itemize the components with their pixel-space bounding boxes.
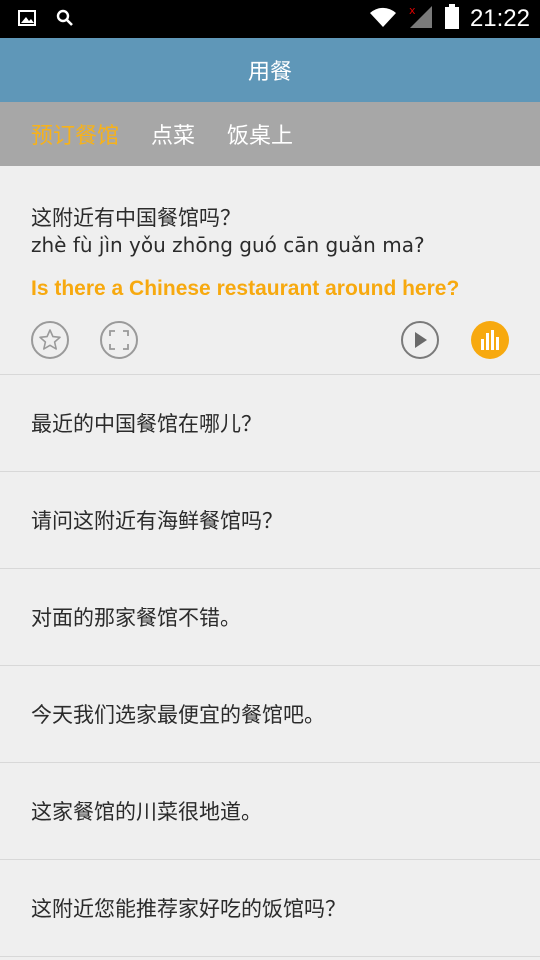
status-right-icons: x 21:22 — [368, 4, 530, 34]
svg-text:x: x — [409, 4, 416, 17]
phrase-item[interactable]: 这家餐馆的川菜很地道。 — [0, 763, 540, 860]
phrase-chinese: 这附近有中国餐馆吗？ — [31, 206, 241, 230]
signal-icon: x — [408, 4, 434, 34]
expanded-phrase-item[interactable]: 这附近有中国餐馆吗？ zhè fù jìn yǒu zhōng guó cān … — [0, 166, 540, 375]
image-icon — [18, 9, 36, 31]
phrase-list: 这附近有中国餐馆吗？ zhè fù jìn yǒu zhōng guó cān … — [0, 166, 540, 957]
phrase-item[interactable]: 这附近您能推荐家好吃的饭馆吗？ — [0, 860, 540, 957]
phrase-pinyin: zhè fù jìn yǒu zhōng guó cān guǎn ma? — [31, 233, 425, 257]
tab-book-restaurant[interactable]: 预订餐馆 — [31, 118, 119, 150]
phrase-item[interactable]: 请问这附近有海鲜餐馆吗？ — [0, 472, 540, 569]
tab-at-the-table[interactable]: 饭桌上 — [227, 118, 293, 150]
star-icon[interactable] — [31, 321, 69, 359]
page-title: 用餐 — [247, 60, 292, 85]
category-tabs: 预订餐馆 点菜 饭桌上 — [0, 102, 540, 166]
expand-icon[interactable] — [100, 321, 138, 359]
status-bar: x 21:22 — [0, 0, 540, 38]
battery-icon — [444, 4, 460, 34]
audio-bars-icon[interactable] — [471, 321, 509, 359]
status-left-icons — [18, 9, 74, 31]
phrase-english: Is there a Chinese restaurant around her… — [31, 277, 460, 300]
phrase-item[interactable]: 对面的那家餐馆不错。 — [0, 569, 540, 666]
tab-order-dishes[interactable]: 点菜 — [151, 118, 195, 150]
wifi-icon — [368, 5, 398, 33]
clock: 21:22 — [469, 5, 530, 32]
phrase-item[interactable]: 今天我们选家最便宜的餐馆吧。 — [0, 666, 540, 763]
play-icon[interactable] — [401, 321, 439, 359]
title-bar: 用餐 — [0, 38, 540, 102]
phrase-actions — [0, 321, 540, 361]
search-icon — [56, 9, 74, 31]
phrase-item[interactable]: 最近的中国餐馆在哪儿？ — [0, 375, 540, 472]
